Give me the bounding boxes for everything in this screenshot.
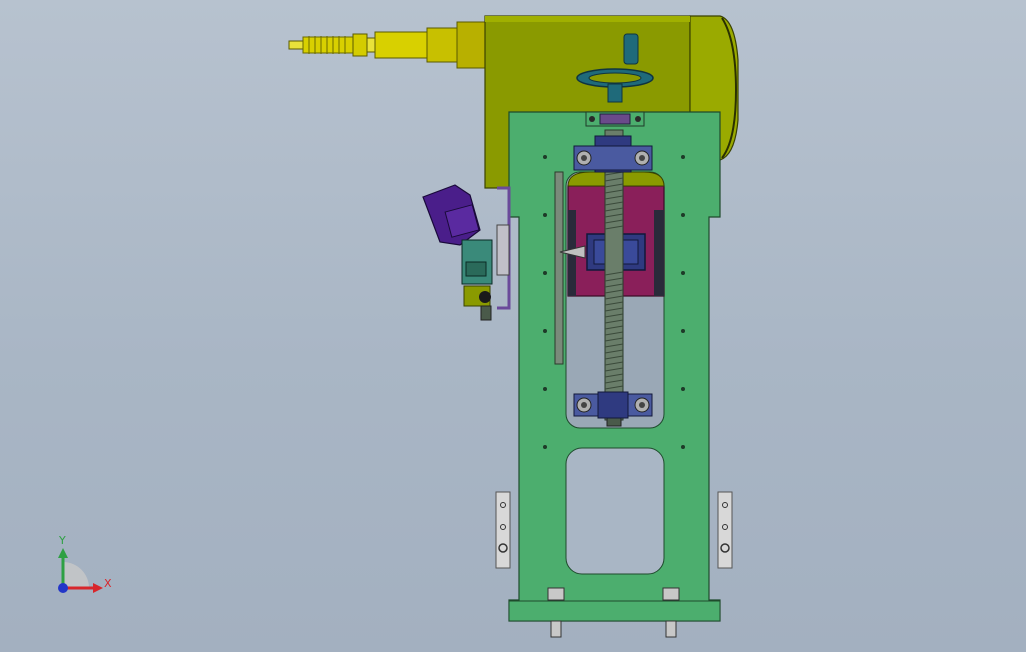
z-axis-dot bbox=[58, 583, 68, 593]
nozzle-assembly bbox=[288, 21, 486, 69]
lead-screw bbox=[604, 129, 624, 427]
cad-viewport[interactable]: Y X bbox=[0, 0, 1026, 652]
x-axis-label: X bbox=[104, 577, 112, 590]
lower-bearing-block bbox=[573, 391, 653, 419]
solenoid-valve bbox=[422, 184, 511, 321]
y-axis-label: Y bbox=[58, 534, 66, 547]
top-clamp bbox=[585, 111, 645, 127]
axis-triad: Y X bbox=[58, 534, 112, 593]
assembly-model[interactable]: Y X bbox=[0, 0, 1026, 652]
nozzle-threads bbox=[302, 36, 354, 54]
side-bracket-left bbox=[495, 491, 511, 569]
side-bracket-right bbox=[717, 491, 733, 569]
